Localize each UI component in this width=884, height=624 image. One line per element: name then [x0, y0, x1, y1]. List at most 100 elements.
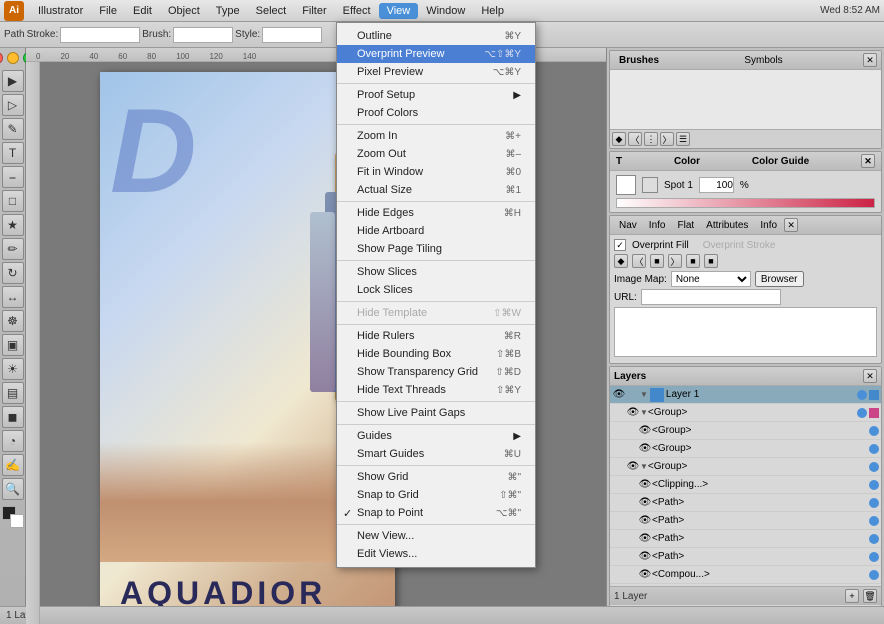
pencil-tool[interactable]: ✏ [2, 238, 24, 260]
overprint-fill-checkbox[interactable]: ✓ [614, 239, 626, 251]
url-text-area[interactable] [614, 307, 877, 357]
graph-tool[interactable]: ▤ [2, 382, 24, 404]
type-tool[interactable]: T [2, 142, 24, 164]
zoom-tool[interactable]: 🔍 [2, 478, 24, 500]
fill-swatch[interactable] [616, 175, 636, 195]
menu-item-hide-edges[interactable]: Hide Edges ⌘H [337, 204, 535, 222]
layer-visibility-toggle[interactable]: 👁 [638, 586, 652, 587]
free-transform-tool[interactable]: ▣ [2, 334, 24, 356]
layer-row[interactable]: 👁 <Clipping...> [610, 476, 881, 494]
layer-row[interactable]: 👁 <Group> [610, 422, 881, 440]
menu-item-edit-views[interactable]: Edit Views... [337, 545, 535, 563]
menu-item-outline[interactable]: Outline ⌘Y [337, 27, 535, 45]
menu-item-show-page-tiling[interactable]: Show Page Tiling [337, 240, 535, 258]
layer-target-dot[interactable] [869, 498, 879, 508]
layer-row[interactable]: 👁 <Path> [610, 548, 881, 566]
layer-visibility-toggle[interactable]: 👁 [638, 514, 652, 528]
color-value-input[interactable] [699, 177, 734, 193]
color-panel-close[interactable]: ✕ [861, 154, 875, 168]
layer-target-dot[interactable] [869, 462, 879, 472]
layer-row[interactable]: 👁 <Path> [610, 494, 881, 512]
menu-item-zoom-in[interactable]: Zoom In ⌘+ [337, 127, 535, 145]
nav-panel-close[interactable]: ✕ [784, 218, 798, 232]
brushes-close-btn[interactable]: ✕ [863, 53, 877, 67]
menu-item-new-view[interactable]: New View... [337, 527, 535, 545]
menu-window[interactable]: Window [418, 3, 473, 19]
nav-btn-5[interactable]: ■ [686, 254, 700, 268]
brush-tool[interactable]: ★ [2, 214, 24, 236]
rect-tool[interactable]: □ [2, 190, 24, 212]
layer-visibility-toggle[interactable]: 👁 [638, 496, 652, 510]
layer-visibility-toggle[interactable]: 👁 [638, 442, 652, 456]
nav-btn-4[interactable]: 〉 [668, 254, 682, 268]
layer-visibility-toggle[interactable]: 👁 [638, 568, 652, 582]
layer-row[interactable]: 👁 <Path> [610, 530, 881, 548]
warp-tool[interactable]: ☸ [2, 310, 24, 332]
brush-options-btn[interactable]: ☰ [676, 132, 690, 146]
layer-visibility-toggle[interactable]: 👁 [626, 460, 640, 474]
browser-button[interactable]: Browser [755, 271, 804, 287]
line-tool[interactable]: ⎯ [2, 166, 24, 188]
menu-view[interactable]: View [379, 3, 419, 19]
layer-visibility-toggle[interactable]: 👁 [626, 406, 640, 420]
window-close-btn[interactable] [0, 52, 3, 64]
layer-target-dot[interactable] [869, 480, 879, 490]
menu-item-show-grid[interactable]: Show Grid ⌘" [337, 468, 535, 486]
gradient-tool[interactable]: ◼ [2, 406, 24, 428]
menu-filter[interactable]: Filter [294, 3, 334, 19]
layer-expand-arrow[interactable]: ▼ [640, 390, 648, 399]
layer-target-dot[interactable] [857, 408, 867, 418]
new-layer-btn[interactable]: + [845, 589, 859, 603]
menu-item-snap-to-grid[interactable]: Snap to Grid ⇧⌘" [337, 486, 535, 504]
nav-btn-2[interactable]: 〈 [632, 254, 646, 268]
menu-item-guides[interactable]: Guides ▶ [337, 427, 535, 445]
nav-btn-3[interactable]: ■ [650, 254, 664, 268]
tab-brushes[interactable]: Brushes [614, 54, 664, 67]
url-input[interactable] [641, 289, 781, 305]
image-map-select[interactable]: None [671, 271, 751, 287]
tab-attributes[interactable]: Attributes [701, 219, 753, 232]
brush-tool-3[interactable]: ⋮ [644, 132, 658, 146]
menu-item-hide-rulers[interactable]: Hide Rulers ⌘R [337, 327, 535, 345]
layer-target-dot[interactable] [869, 444, 879, 454]
menu-file[interactable]: File [91, 3, 125, 19]
color-panel-tab-color[interactable]: Color [674, 156, 700, 167]
brush-tool-1[interactable]: ◆ [612, 132, 626, 146]
menu-item-hide-text-threads[interactable]: Hide Text Threads ⇧⌘Y [337, 381, 535, 399]
select-tool[interactable]: ▶ [2, 70, 24, 92]
layer-visibility-toggle[interactable]: 👁 [638, 550, 652, 564]
color-panel-tab-guide[interactable]: Color Guide [752, 156, 809, 167]
layer-row[interactable]: 👁 ▼ <Group> [610, 404, 881, 422]
tab-info2[interactable]: Info [755, 219, 782, 232]
menu-edit[interactable]: Edit [125, 3, 160, 19]
menu-item-overprint-preview[interactable]: Overprint Preview ⌥⇧⌘Y [337, 45, 535, 63]
delete-layer-btn[interactable]: 🗑 [863, 589, 877, 603]
layer-row[interactable]: 👁 <Path> [610, 512, 881, 530]
style-input[interactable] [262, 27, 322, 43]
menu-type[interactable]: Type [208, 3, 248, 19]
menu-item-hide-template[interactable]: Hide Template ⇧⌘W [337, 304, 535, 322]
layer-target-dot[interactable] [869, 426, 879, 436]
layer-visibility-toggle[interactable]: 👁 [612, 388, 626, 402]
rotate-tool[interactable]: ↻ [2, 262, 24, 284]
layer-row[interactable]: 👁 ▼ <Group> [610, 458, 881, 476]
window-minimize-btn[interactable] [7, 52, 19, 64]
menu-illustrator[interactable]: Illustrator [30, 3, 91, 19]
tab-info[interactable]: Info [644, 219, 671, 232]
layer-expand-arrow[interactable]: ▼ [640, 462, 648, 471]
layer-visibility-toggle[interactable]: 👁 [638, 532, 652, 546]
menu-select[interactable]: Select [248, 3, 295, 19]
menu-item-lock-slices[interactable]: Lock Slices [337, 281, 535, 299]
color-slider[interactable] [616, 198, 875, 208]
brush-input[interactable] [173, 27, 233, 43]
layer-row[interactable]: 👁 <Compou...> [610, 566, 881, 584]
menu-item-hide-bounding-box[interactable]: Hide Bounding Box ⇧⌘B [337, 345, 535, 363]
layers-panel-close[interactable]: ✕ [863, 369, 877, 383]
menu-item-smart-guides[interactable]: Smart Guides ⌘U [337, 445, 535, 463]
stroke-input[interactable] [60, 27, 140, 43]
direct-select-tool[interactable]: ▷ [2, 94, 24, 116]
menu-item-show-live-paint-gaps[interactable]: Show Live Paint Gaps [337, 404, 535, 422]
stroke-swatch[interactable] [642, 177, 658, 193]
menu-item-proof-colors[interactable]: Proof Colors [337, 104, 535, 122]
menu-item-snap-to-point[interactable]: ✓ Snap to Point ⌥⌘" [337, 504, 535, 522]
